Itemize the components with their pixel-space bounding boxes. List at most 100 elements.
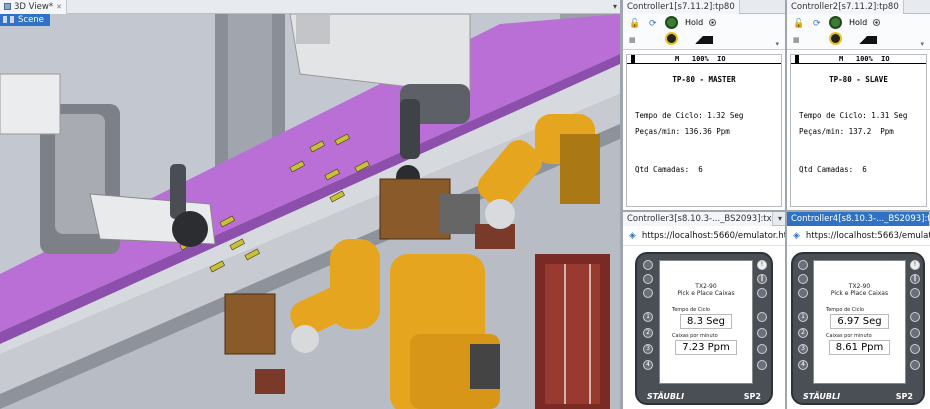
controller4-panel: ◈ https://localhost:5663/emulator.html 1…	[787, 226, 930, 409]
hold-label: Hold	[849, 18, 868, 27]
pendant-left-button[interactable]: 3	[798, 344, 808, 354]
mode-icon[interactable]: ▦	[793, 36, 800, 44]
status-bar: M 100% IO	[627, 55, 781, 64]
power-icon[interactable]	[665, 16, 678, 29]
speed-slider[interactable]	[685, 36, 713, 44]
pendant-right-button[interactable]	[910, 344, 920, 354]
pendant-power-button[interactable]: !	[910, 260, 920, 270]
pendant-pause-button[interactable]: ‖	[910, 274, 920, 284]
scene-viewport[interactable]: Scene	[0, 14, 620, 409]
controller2-toolbar: 🔓 ⟳ Hold ▦ ▾	[787, 14, 930, 50]
pendant-left-button[interactable]	[798, 274, 808, 284]
controller3-panel: ◈ https://localhost:5660/emulator.html 1…	[623, 226, 785, 409]
url-bar[interactable]: ◈ https://localhost:5663/emulator.html	[787, 226, 930, 246]
parts-per-minute-text: Peças/min: 136.36 Ppm	[635, 127, 730, 136]
menu-icon[interactable]: ▾	[920, 40, 924, 48]
url-text: https://localhost:5663/emulator.html	[805, 230, 930, 241]
pendant-right-button[interactable]	[757, 312, 767, 322]
pendant-left-button[interactable]	[798, 288, 808, 298]
pendant-left-button[interactable]	[643, 288, 653, 298]
staubli-logo: STÄUBLI	[647, 392, 685, 401]
pendant-right-button[interactable]	[910, 312, 920, 322]
url-bar[interactable]: ◈ https://localhost:5660/emulator.html	[623, 226, 785, 246]
pendant-right-button[interactable]	[757, 360, 767, 370]
tab-controller1-label: Controller1[s7.11.2]:tp80	[627, 1, 735, 12]
pendant-subtitle: Pick e Place Caixas	[830, 290, 889, 297]
teach-pendant: 1 2 3 4 ! ‖ TX2-90 Pick e Place Caixas T…	[635, 252, 773, 405]
tab-controller3-label: Controller3[s8.10.3-..._BS2093]:tx2_90	[627, 213, 772, 224]
refresh-icon[interactable]: ⟳	[649, 19, 657, 29]
enable-icon[interactable]	[829, 32, 842, 45]
layers-text: Qtd Camadas: 6	[635, 165, 703, 174]
refresh-icon[interactable]: ⟳	[813, 19, 821, 29]
tab-controller2[interactable]: Controller2[s7.11.2]:tp80	[787, 0, 904, 14]
controller1-screen: M 100% IO TP-80 - MASTER Tempo de Ciclo:…	[626, 54, 782, 207]
tab-controller4-label: Controller4[s8.10.3-..._BS2093]:tx2_90	[791, 213, 930, 224]
scene-node-label: Scene	[18, 15, 44, 25]
pendant-left-button[interactable]: 4	[643, 360, 653, 370]
pendant-left-button[interactable]: 1	[643, 312, 653, 322]
power-icon[interactable]	[829, 16, 842, 29]
mode-icon[interactable]: ▦	[629, 36, 636, 44]
pendant-right-button[interactable]	[910, 288, 920, 298]
staubli-logo: STÄUBLI	[803, 392, 841, 401]
pendant-left-button[interactable]	[643, 260, 653, 270]
controller4-tabbar: Controller4[s8.10.3-..._BS2093]:tx2_90	[787, 211, 930, 226]
screen-title: TP-80 - SLAVE	[829, 75, 888, 84]
scene-3d-render	[0, 14, 620, 409]
lock-icon[interactable]: 🔓	[793, 19, 804, 29]
hold-radio[interactable]	[873, 19, 880, 26]
pendant-pause-button[interactable]: ‖	[757, 274, 767, 284]
scene-node-icons	[2, 15, 15, 24]
pendant-left-button[interactable]	[643, 274, 653, 284]
enable-icon[interactable]	[665, 32, 678, 45]
scene-tabbar: 3D View* ✕ ▾	[0, 0, 620, 14]
tab-controller4[interactable]: Controller4[s8.10.3-..._BS2093]:tx2_90	[787, 211, 930, 226]
status-bar: M 100% IO	[791, 55, 926, 64]
tab-3d-view[interactable]: 3D View* ✕	[0, 0, 67, 14]
browser-icon: ◈	[629, 230, 636, 241]
controller1-panel: 🔓 ⟳ Hold ▦ ▾ M 100% IO TP-80 - MASTER Te…	[623, 14, 785, 210]
tab-controller1[interactable]: Controller1[s7.11.2]:tp80	[623, 0, 740, 14]
tab-controller3[interactable]: Controller3[s8.10.3-..._BS2093]:tx2_90	[623, 211, 773, 226]
scene-node[interactable]: Scene	[0, 14, 50, 26]
pendant-left-button[interactable]: 1	[798, 312, 808, 322]
chevron-down-icon[interactable]: ▾	[610, 2, 620, 11]
pendant-right-button[interactable]	[910, 360, 920, 370]
tab-controller2-label: Controller2[s7.11.2]:tp80	[791, 1, 899, 12]
hold-radio[interactable]	[709, 19, 716, 26]
pendant-right-button[interactable]	[757, 344, 767, 354]
pendant-model: SP2	[895, 392, 913, 401]
cube-icon	[4, 3, 11, 10]
hold-label: Hold	[685, 18, 704, 27]
pendant-right-button[interactable]	[757, 328, 767, 338]
speed-slider[interactable]	[849, 36, 877, 44]
screen-title: TP-80 - MASTER	[672, 75, 736, 84]
parts-per-minute-text: Peças/min: 137.2 Ppm	[799, 127, 894, 136]
pendant-title: TX2-90	[848, 283, 871, 290]
tab-3d-view-label: 3D View*	[14, 1, 54, 12]
controller3-tabbar: Controller3[s8.10.3-..._BS2093]:tx2_90 ▾	[623, 211, 785, 226]
pendant-left-button[interactable]: 2	[643, 328, 653, 338]
pendant-left-button[interactable]	[798, 260, 808, 270]
close-icon[interactable]: ✕	[56, 3, 62, 11]
cycle-time-label: Tempo de Ciclo	[826, 307, 864, 313]
pendant-right-button[interactable]	[910, 328, 920, 338]
teach-pendant: 1 2 3 4 ! ‖ TX2-90 Pick e Place Caixas T…	[791, 252, 925, 405]
pendant-left-button[interactable]: 4	[798, 360, 808, 370]
menu-icon[interactable]: ▾	[775, 40, 779, 48]
pendant-power-button[interactable]: !	[757, 260, 767, 270]
rate-label: Caixas por minuto	[672, 333, 718, 339]
pendant-right-button[interactable]	[757, 288, 767, 298]
status-text: M 100% IO	[839, 55, 890, 63]
lock-icon[interactable]: 🔓	[629, 19, 640, 29]
layers-text: Qtd Camadas: 6	[799, 165, 867, 174]
chevron-down-icon[interactable]: ▾	[775, 214, 785, 223]
rate-value: 7.23 Ppm	[675, 340, 737, 355]
pendant-screen: TX2-90 Pick e Place Caixas Tempo de Cicl…	[659, 260, 753, 384]
pendant-left-button[interactable]: 2	[798, 328, 808, 338]
url-text: https://localhost:5660/emulator.html	[641, 230, 785, 241]
pendant-left-button[interactable]: 3	[643, 344, 653, 354]
controller1-tabbar: Controller1[s7.11.2]:tp80	[623, 0, 785, 14]
controller2-tabbar: Controller2[s7.11.2]:tp80	[787, 0, 930, 14]
